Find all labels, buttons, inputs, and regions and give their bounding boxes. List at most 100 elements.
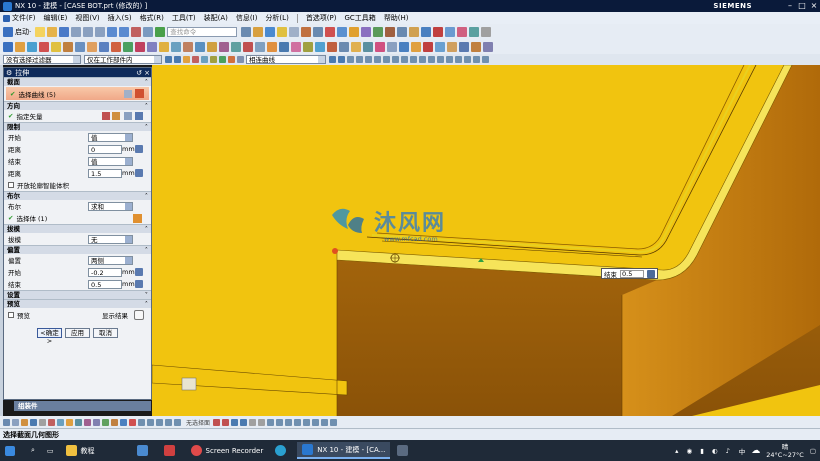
snap-center-icon[interactable] — [383, 56, 390, 63]
taskbar-app-1[interactable] — [132, 442, 157, 459]
menu-assembly[interactable]: 装配(A) — [204, 13, 228, 23]
snap-view-icon[interactable] — [12, 418, 19, 426]
polygon-icon[interactable] — [249, 418, 257, 426]
surface-icon[interactable] — [291, 41, 301, 52]
isoparametric-icon[interactable] — [312, 418, 320, 426]
copy-icon[interactable] — [83, 26, 94, 37]
extend-curve-icon[interactable] — [102, 418, 109, 426]
offset-tool-icon[interactable] — [111, 418, 118, 426]
join-curve-icon[interactable] — [375, 41, 385, 52]
model-view[interactable] — [152, 65, 820, 416]
sketch-tool-icon[interactable] — [3, 41, 13, 52]
snap-point-tool-icon[interactable] — [174, 418, 181, 426]
open-profile-row[interactable]: 开放轮廓智能体积 — [4, 179, 151, 191]
paste-icon[interactable] — [95, 26, 106, 37]
block-icon[interactable] — [51, 41, 61, 52]
snap-bounded-grid-icon[interactable] — [428, 56, 435, 63]
undo-icon[interactable] — [107, 26, 118, 37]
bridge-icon[interactable] — [327, 41, 337, 52]
measure-icon[interactable] — [361, 26, 372, 37]
tray-clock[interactable]: 晴 24°C~27°C — [766, 443, 804, 459]
trim-body-icon[interactable] — [231, 41, 241, 52]
ortho-snap-icon[interactable] — [156, 418, 163, 426]
ime-indicator[interactable]: 中 — [739, 446, 746, 456]
minimize-button[interactable]: – — [784, 1, 796, 11]
curve-analysis-icon[interactable] — [276, 418, 284, 426]
rotate-icon[interactable] — [277, 26, 288, 37]
offset-start-menu-icon[interactable] — [135, 268, 143, 276]
snap-reset-icon[interactable] — [482, 56, 489, 63]
follow-fillet-icon[interactable] — [338, 56, 345, 63]
revolve-tool-icon[interactable] — [111, 41, 121, 52]
menu-insert[interactable]: 插入(S) — [108, 13, 132, 23]
snap-midpoint-icon[interactable] — [356, 56, 363, 63]
resize-blend-icon[interactable] — [447, 41, 457, 52]
menu-view[interactable]: 视图(V) — [75, 13, 99, 23]
intersect-icon[interactable] — [147, 41, 157, 52]
point-tool-icon[interactable] — [21, 418, 28, 426]
close-button[interactable]: × — [808, 1, 820, 11]
section-curve-icon[interactable] — [321, 418, 329, 426]
edge-blend-icon[interactable] — [159, 41, 169, 52]
search-input[interactable]: 查找命令 — [167, 26, 238, 37]
menu-edit[interactable]: 编辑(E) — [44, 13, 68, 23]
color-icon[interactable] — [385, 26, 396, 37]
zoom-icon[interactable] — [265, 26, 276, 37]
menu-format[interactable]: 格式(R) — [140, 13, 164, 23]
end-distance-handle[interactable]: 结束 0.5 — [601, 268, 658, 279]
taskbar-app-3[interactable] — [392, 442, 417, 459]
menu-tools[interactable]: 工具(T) — [172, 13, 196, 23]
sphere-icon[interactable] — [87, 41, 97, 52]
ok-button[interactable]: <确定> — [37, 328, 62, 345]
graphics-window[interactable]: 沐风网 www.mfcad.com — [152, 65, 820, 416]
select-body-row[interactable]: ✔ 选择体 (1) — [4, 212, 151, 224]
cylinder-icon[interactable] — [63, 41, 73, 52]
view-orient-icon[interactable] — [3, 418, 10, 426]
section-header-section[interactable]: 截面 — [4, 77, 151, 86]
end-type-select[interactable]: 值 — [88, 156, 133, 166]
menu-analysis[interactable]: 分析(L) — [265, 13, 288, 23]
offset-curve-icon[interactable] — [363, 41, 373, 52]
cut-icon[interactable] — [71, 26, 82, 37]
assembly-navigator-tab[interactable]: 组装件 — [14, 401, 151, 411]
move-face-icon[interactable] — [411, 41, 421, 52]
menu-gc-toolbox[interactable]: GC工具箱 — [345, 13, 376, 23]
maximize-button[interactable]: □ — [796, 1, 808, 11]
hole-icon[interactable] — [457, 26, 468, 37]
draft-select[interactable]: 无 — [88, 234, 133, 244]
delete-icon[interactable] — [131, 26, 142, 37]
start-distance-menu-icon[interactable] — [135, 145, 143, 153]
section-view-icon[interactable] — [325, 26, 336, 37]
datum-csys-icon[interactable] — [39, 41, 49, 52]
subtract-icon[interactable] — [135, 41, 145, 52]
taskbar-app-2[interactable] — [159, 442, 184, 459]
snap-control-point-icon[interactable] — [365, 56, 372, 63]
line-tool-icon[interactable] — [30, 418, 37, 426]
snap-face-label[interactable]: 无选择面 — [186, 418, 210, 427]
command-finder-icon[interactable] — [143, 26, 154, 37]
end-distance-menu-icon[interactable] — [135, 169, 143, 177]
new-icon[interactable] — [35, 26, 46, 37]
body-select-icon[interactable] — [133, 213, 142, 223]
preview-checkbox[interactable] — [8, 312, 14, 318]
select-point-icon[interactable] — [228, 56, 235, 63]
settings-gear-icon[interactable]: ⚙ — [6, 69, 12, 77]
split-body-icon[interactable] — [243, 41, 253, 52]
grid-snap-icon[interactable] — [165, 418, 172, 426]
menu-info[interactable]: 信息(I) — [236, 13, 258, 23]
chamfer-icon[interactable] — [481, 26, 492, 37]
dimension-icon[interactable] — [147, 418, 154, 426]
start-type-select[interactable]: 值 — [88, 132, 133, 142]
sketch-icon[interactable] — [421, 26, 432, 37]
reverse-direction-icon[interactable] — [124, 112, 132, 120]
datum-plane-icon[interactable] — [15, 41, 25, 52]
assembly-icon[interactable] — [409, 26, 420, 37]
sketch-section-icon[interactable] — [124, 89, 132, 98]
offset-select[interactable]: 两侧 — [88, 255, 133, 265]
helix-icon[interactable] — [285, 418, 293, 426]
stop-at-intersection-icon[interactable] — [329, 56, 336, 63]
chamfer-curve-icon[interactable] — [84, 418, 91, 426]
cloud-weather-icon[interactable]: ☁ — [751, 446, 760, 456]
section-header-offset[interactable]: 偏置 — [4, 245, 151, 254]
section-header-limits[interactable]: 限制 — [4, 122, 151, 131]
